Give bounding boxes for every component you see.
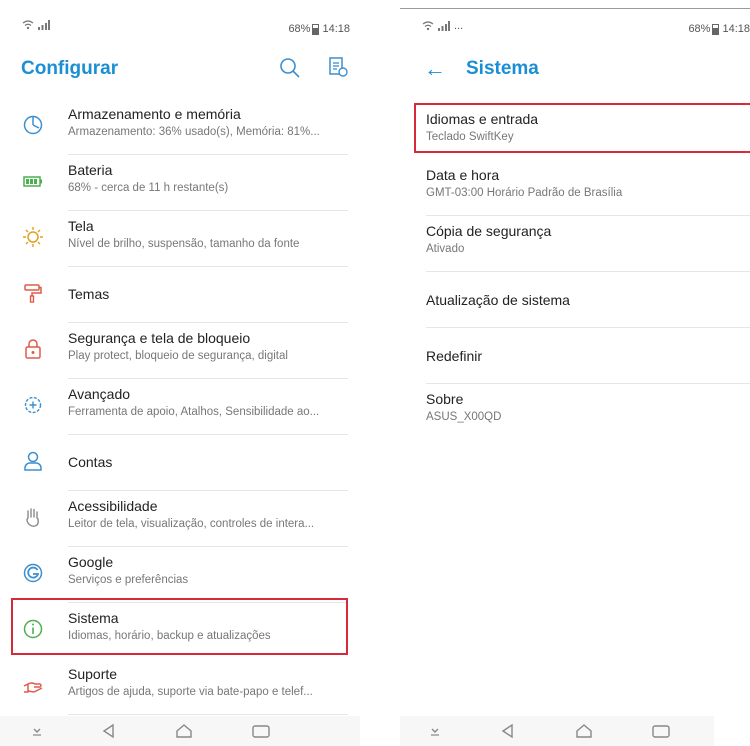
- search-icon[interactable]: [278, 56, 302, 80]
- document-edit-icon[interactable]: [327, 56, 349, 78]
- home-icon[interactable]: [173, 722, 195, 740]
- info-icon: [23, 619, 43, 639]
- item-subtitle: ASUS_X00QD: [426, 411, 502, 423]
- paint-roller-icon: [24, 284, 42, 303]
- item-subtitle: Ferramenta de apoio, Atalhos, Sensibilid…: [68, 406, 320, 418]
- settings-item-storage[interactable]: Armazenamento e memória Armazenamento: 3…: [0, 99, 360, 155]
- item-title: Acessibilidade: [68, 498, 158, 514]
- settings-item-battery[interactable]: Bateria 68% - cerca de 11 h restante(s): [0, 155, 360, 211]
- item-subtitle: GMT-03:00 Horário Padrão de Brasília: [426, 187, 623, 199]
- item-title: Temas: [68, 286, 110, 302]
- gear-plus-icon: [24, 396, 42, 414]
- signal-icon: [438, 21, 450, 31]
- system-item-date-time[interactable]: Data e hora GMT-03:00 Horário Padrão de …: [400, 160, 750, 216]
- settings-item-support[interactable]: Suporte Artigos de ajuda, suporte via ba…: [0, 659, 360, 715]
- settings-item-system[interactable]: Sistema Idiomas, horário, backup e atual…: [0, 603, 360, 659]
- system-item-update[interactable]: Atualização de sistema: [400, 272, 750, 328]
- wifi-icon: [422, 21, 434, 31]
- recent-apps-icon[interactable]: [650, 722, 672, 740]
- settings-item-advanced[interactable]: Avançado Ferramenta de apoio, Atalhos, S…: [0, 379, 360, 435]
- hand-icon: [26, 508, 39, 527]
- item-subtitle: Armazenamento: 36% usado(s), Memória: 81…: [68, 126, 320, 138]
- google-icon: [23, 563, 43, 583]
- back-arrow-icon[interactable]: ←: [424, 56, 446, 82]
- battery-percent: 68%: [288, 23, 311, 35]
- lock-icon: [25, 339, 41, 359]
- item-subtitle: Teclado SwiftKey: [426, 131, 514, 143]
- settings-item-accessibility[interactable]: Acessibilidade Leitor de tela, visualiza…: [0, 491, 360, 547]
- battery-icon: [712, 23, 720, 35]
- clock-storage-icon: [23, 115, 43, 135]
- item-title: Armazenamento e memória: [68, 106, 241, 122]
- settings-item-google[interactable]: Google Serviços e preferências: [0, 547, 360, 603]
- item-title: Idiomas e entrada: [426, 111, 539, 127]
- support-hand-icon: [23, 682, 43, 693]
- notification-more: ...: [454, 20, 464, 32]
- keyboard-hide-icon[interactable]: [26, 722, 48, 740]
- item-title: Suporte: [68, 666, 118, 682]
- system-item-language[interactable]: Idiomas e entrada Teclado SwiftKey: [400, 104, 750, 160]
- item-title: Cópia de segurança: [426, 223, 552, 239]
- keyboard-hide-icon[interactable]: [424, 722, 446, 740]
- signal-icon: [38, 20, 50, 30]
- status-bar: 68% 14:18: [0, 14, 360, 40]
- status-right: 68% 14:18: [688, 23, 750, 35]
- app-bar: Configurar: [0, 52, 360, 92]
- item-subtitle: Serviços e preferências: [68, 574, 189, 586]
- item-title: Redefinir: [426, 348, 483, 364]
- item-subtitle: Idiomas, horário, backup e atualizações: [68, 630, 271, 642]
- item-subtitle: Nível de brilho, suspensão, tamanho da f…: [68, 238, 300, 250]
- item-subtitle: Ativado: [426, 243, 465, 255]
- page-title: Sistema: [466, 58, 539, 79]
- item-subtitle: 68% - cerca de 11 h restante(s): [68, 182, 229, 194]
- settings-item-display[interactable]: Tela Nível de brilho, suspensão, tamanho…: [0, 211, 360, 267]
- clock: 14:18: [722, 23, 750, 35]
- back-icon[interactable]: [98, 722, 120, 740]
- home-icon[interactable]: [573, 722, 595, 740]
- settings-item-security[interactable]: Segurança e tela de bloqueio Play protec…: [0, 323, 360, 379]
- top-border: [400, 8, 750, 9]
- battery-icon: [312, 23, 320, 35]
- battery-icon: [23, 176, 42, 187]
- item-title: Data e hora: [426, 167, 500, 183]
- item-subtitle: Play protect, bloqueio de segurança, dig…: [68, 350, 288, 362]
- item-title: Tela: [68, 218, 94, 234]
- item-title: Sistema: [68, 610, 119, 626]
- item-title: Segurança e tela de bloqueio: [68, 330, 251, 346]
- app-bar: ← Sistema: [400, 52, 750, 92]
- settings-item-themes[interactable]: Temas: [0, 267, 360, 323]
- system-list: Idiomas e entrada Teclado SwiftKey Data …: [400, 104, 750, 440]
- item-title: Sobre: [426, 391, 464, 407]
- page-title: Configurar: [21, 58, 119, 79]
- status-right: 68% 14:18: [288, 23, 350, 35]
- item-subtitle: Leitor de tela, visualização, controles …: [68, 518, 315, 530]
- settings-item-accounts[interactable]: Contas: [0, 435, 360, 491]
- item-title: Avançado: [68, 386, 131, 402]
- system-screen: ... 68% 14:18 ← Sistema Idiomas e entrad…: [400, 0, 750, 746]
- clock: 14:18: [322, 23, 350, 35]
- item-title: Atualização de sistema: [426, 292, 570, 308]
- item-subtitle: Artigos de ajuda, suporte via bate-papo …: [68, 686, 313, 698]
- item-title: Google: [68, 554, 114, 570]
- settings-list: Armazenamento e memória Armazenamento: 3…: [0, 99, 360, 715]
- back-icon[interactable]: [497, 722, 519, 740]
- signal-indicators: ...: [422, 20, 463, 32]
- navigation-bar: [400, 716, 714, 746]
- divider: [68, 714, 348, 715]
- system-item-backup[interactable]: Cópia de segurança Ativado: [400, 216, 750, 272]
- person-icon: [24, 451, 42, 471]
- wifi-icon: [22, 20, 34, 30]
- recent-apps-icon[interactable]: [250, 722, 272, 740]
- system-item-reset[interactable]: Redefinir: [400, 328, 750, 384]
- brightness-icon: [23, 227, 43, 247]
- status-bar: ... 68% 14:18: [400, 14, 750, 40]
- settings-screen: 68% 14:18 Configurar Armazenamento e mem…: [0, 0, 360, 746]
- navigation-bar: [0, 716, 360, 746]
- item-title: Contas: [68, 454, 113, 470]
- item-title: Bateria: [68, 162, 113, 178]
- signal-indicators: [22, 20, 50, 30]
- battery-percent: 68%: [688, 23, 711, 35]
- system-item-about[interactable]: Sobre ASUS_X00QD: [400, 384, 750, 440]
